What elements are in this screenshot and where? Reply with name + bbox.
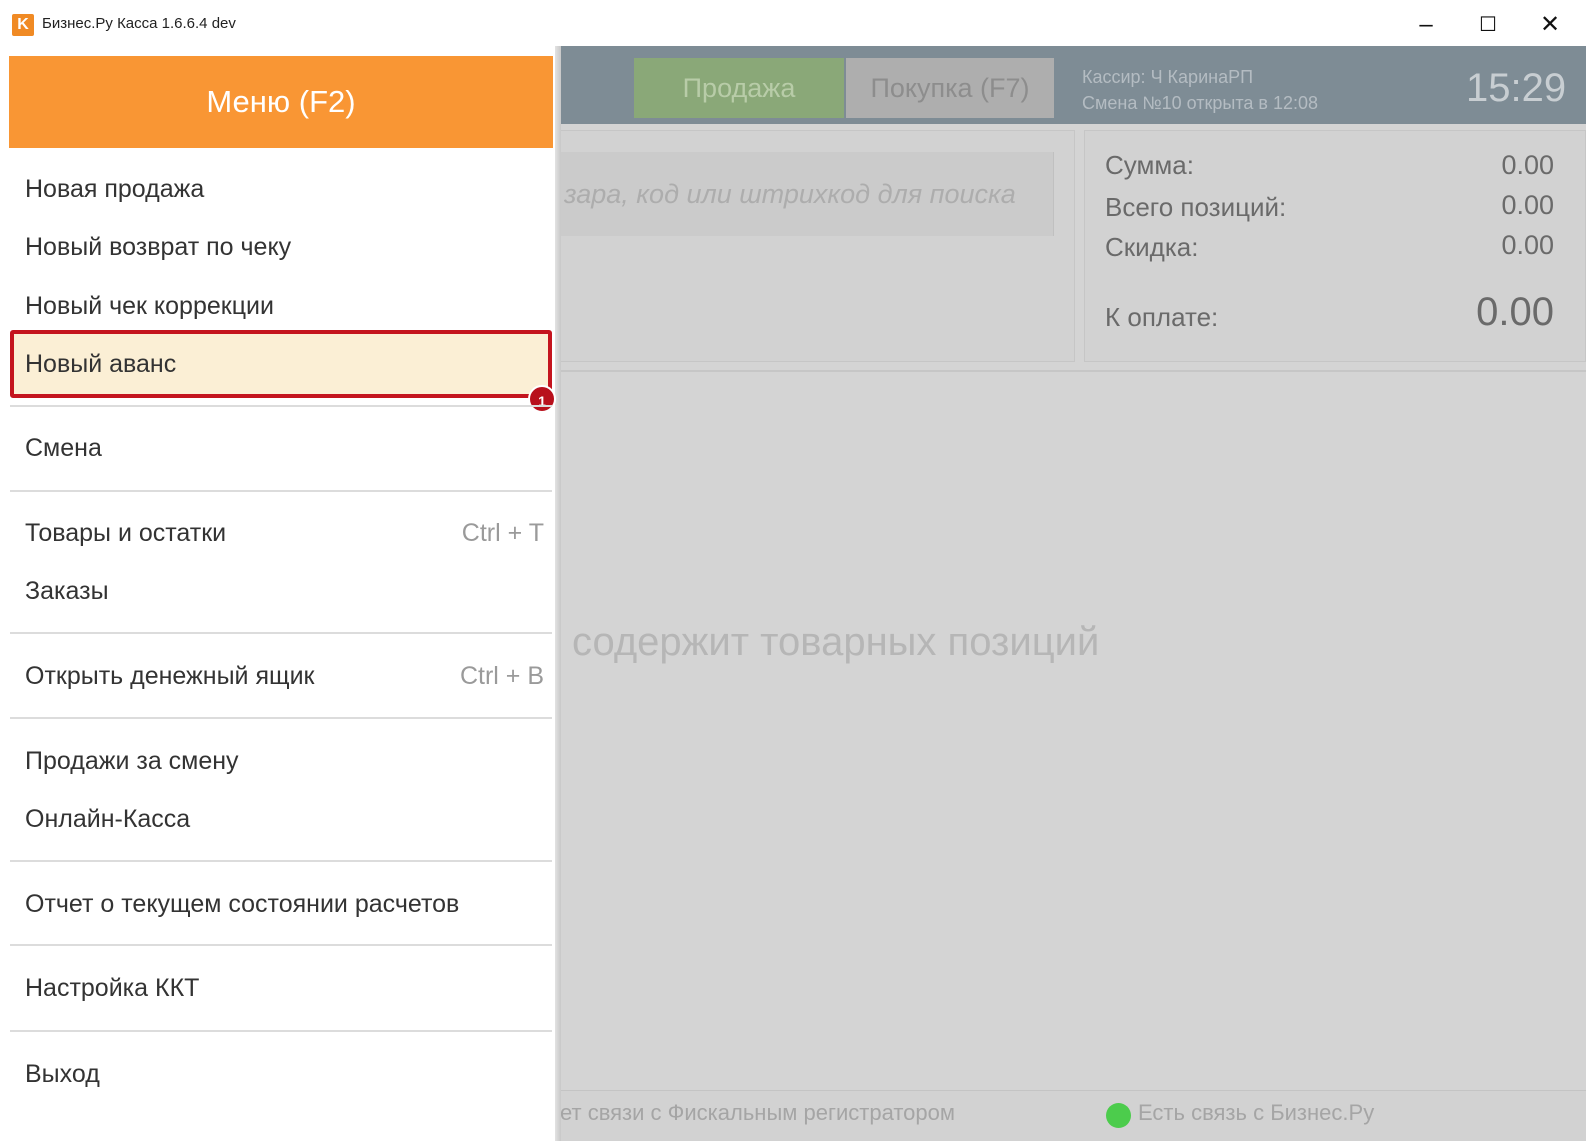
positions-value: 0.00 [1501, 190, 1554, 220]
menu-item-open-cash-drawer[interactable]: Открыть денежный ящик Ctrl + B [10, 648, 552, 704]
menu-separator [10, 405, 552, 407]
menu-item-label: Выход [25, 1060, 100, 1088]
drawer-shadow [555, 46, 561, 1141]
menu-separator [10, 944, 552, 946]
clock: 15:29 [1466, 66, 1567, 110]
menu-item-shift-sales[interactable]: Продажи за смену [10, 733, 552, 789]
menu-separator [10, 1030, 552, 1032]
menu-item-new-correction[interactable]: Новый чек коррекции [10, 278, 552, 334]
cashier-info: Кассир: Ч КаринаРП Смена №10 открыта в 1… [1082, 64, 1318, 116]
window-title: Бизнес.Ру Касса 1.6.6.4 dev [42, 15, 236, 32]
empty-receipt-message: содержит товарных позиций [572, 620, 1100, 664]
menu-title[interactable]: Меню (F2) [9, 56, 553, 148]
sum-label: Сумма: [1105, 150, 1194, 180]
shortcut-label: Ctrl + T [461, 519, 544, 547]
bizru-status-text: Есть связь с Бизнес.Ру [1138, 1100, 1375, 1125]
fiscal-status-text: ет связи с Фискальным регистратором [560, 1100, 956, 1125]
menu-item-settlement-report[interactable]: Отчет о текущем состоянии расчетов [10, 876, 552, 932]
maximize-icon[interactable]: ☐ [1462, 4, 1514, 46]
content-divider [560, 370, 1586, 372]
menu-item-orders[interactable]: Заказы [10, 563, 552, 619]
menu-item-shift[interactable]: Смена [10, 420, 552, 476]
menu-item-label: Новый аванс [25, 350, 177, 378]
menu-item-label: Товары и остатки [25, 519, 227, 547]
sum-value: 0.00 [1501, 150, 1554, 180]
tab-purchase[interactable]: Покупка (F7) [846, 58, 1054, 118]
product-search-input[interactable] [560, 152, 1054, 236]
step-badge: 1 [528, 385, 556, 413]
menu-item-label: Новый чек коррекции [25, 292, 274, 320]
menu-item-label: Настройка ККТ [25, 974, 200, 1002]
positions-label: Всего позиций: [1105, 192, 1287, 222]
minimize-icon[interactable]: – [1400, 4, 1452, 46]
menu-separator [10, 632, 552, 634]
connection-status-icon [1106, 1103, 1131, 1128]
menu-separator [10, 860, 552, 862]
menu-item-label: Онлайн-Касса [25, 805, 191, 833]
menu-item-new-sale[interactable]: Новая продажа [10, 161, 552, 217]
shift-info: Смена №10 открыта в 12:08 [1082, 93, 1319, 113]
title-bar: K Бизнес.Ру Касса 1.6.6.4 dev – ☐ ✕ [0, 0, 1586, 50]
menu-item-label: Отчет о текущем состоянии расчетов [25, 890, 460, 918]
to-pay-value: 0.00 [1476, 290, 1554, 334]
tab-sale[interactable]: Продажа [634, 58, 844, 118]
menu-item-products[interactable]: Товары и остатки Ctrl + T [10, 505, 552, 561]
menu-item-new-advance[interactable]: Новый аванс [10, 330, 552, 398]
to-pay-label: К оплате: [1105, 302, 1219, 332]
cashier-name: Кассир: Ч КаринаРП [1082, 67, 1254, 87]
pos-app-window: K Бизнес.Ру Касса 1.6.6.4 dev – ☐ ✕ Прод… [0, 0, 1586, 1141]
menu-item-new-return[interactable]: Новый возврат по чеку [10, 219, 552, 275]
menu-item-label: Новый возврат по чеку [25, 233, 292, 261]
menu-item-exit[interactable]: Выход [10, 1046, 552, 1102]
discount-value: 0.00 [1501, 230, 1554, 260]
menu-item-label: Открыть денежный ящик [25, 662, 315, 690]
menu-item-label: Продажи за смену [25, 747, 239, 775]
discount-label: Скидка: [1105, 232, 1199, 262]
menu-separator [10, 717, 552, 719]
menu-item-label: Смена [25, 434, 102, 462]
menu-item-label: Заказы [25, 577, 109, 605]
menu-item-label: Новая продажа [25, 175, 205, 203]
menu-separator [10, 490, 552, 492]
app-logo-icon: K [12, 14, 34, 36]
menu-item-kkt-settings[interactable]: Настройка ККТ [10, 960, 552, 1016]
close-icon[interactable]: ✕ [1524, 4, 1576, 46]
menu-item-online-kassa[interactable]: Онлайн-Касса [10, 791, 552, 847]
shortcut-label: Ctrl + B [459, 662, 544, 690]
